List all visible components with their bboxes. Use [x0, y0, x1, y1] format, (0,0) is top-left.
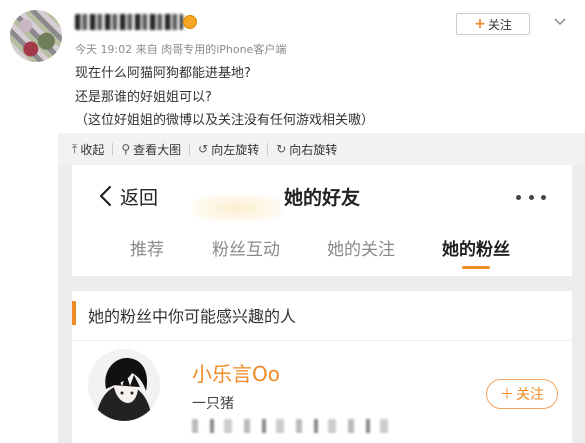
tab-her-following: 她的关注: [327, 240, 395, 260]
suggestion-section: 她的粉丝中你可能感兴趣的人 小乐言Oo 一只猪 ＋ 关注: [72, 291, 572, 443]
plus-icon: +: [474, 16, 486, 32]
post-text-line: （这位好姐姐的微博以及关注没有任何游戏相关嗷）: [75, 113, 375, 128]
section-accent-bar: [72, 301, 76, 325]
rotate-right-icon: ↻: [276, 142, 287, 156]
divider: [72, 340, 572, 341]
fan-info-blurred: [192, 419, 392, 433]
fan-follow-button: ＋ 关注: [486, 379, 558, 409]
fan-avatar: [88, 349, 160, 421]
fan-bio: 一只猪: [192, 396, 234, 412]
collapse-icon: ⤒: [72, 141, 78, 156]
fan-follow-label: 关注: [516, 387, 544, 403]
rotate-right-button[interactable]: ↻ 向右旋转: [276, 141, 337, 158]
toolbar-divider: [112, 143, 114, 155]
rotate-left-button[interactable]: ↺ 向左旋转: [198, 141, 259, 158]
chevron-down-icon[interactable]: [553, 14, 567, 28]
collapse-button[interactable]: ⤒ 收起: [72, 141, 104, 158]
post-text-line: 现在什么阿猫阿狗都能进基地?: [75, 66, 251, 81]
weibo-post: 今天 19:02 来自 肉哥专用的iPhone客户端 + 关注 现在什么阿猫阿狗…: [0, 0, 585, 443]
view-large-label: 查看大图: [133, 142, 182, 157]
rotate-left-icon: ↺: [198, 142, 209, 156]
view-large-button[interactable]: ⚲ 查看大图: [121, 141, 181, 158]
search-icon: ⚲: [121, 142, 131, 156]
tab-her-fans: 她的粉丝: [442, 240, 510, 260]
active-tab-indicator: [462, 266, 490, 269]
toolbar-divider: [189, 143, 191, 155]
more-dots-icon: [516, 195, 546, 201]
toolbar-divider: [267, 143, 269, 155]
image-toolbar: ⤒ 收起 ⚲ 查看大图 ↺ 向左旋转 ↻ 向右旋转: [58, 133, 585, 165]
follow-button[interactable]: + 关注: [456, 13, 530, 35]
plus-icon: ＋: [500, 387, 514, 403]
screenshot-tabs: 推荐 粉丝互动 她的关注 她的粉丝: [72, 235, 572, 265]
section-title: 她的粉丝中你可能感兴趣的人: [88, 307, 297, 326]
tab-fan-interaction: 粉丝互动: [212, 240, 280, 260]
username-blurred[interactable]: [75, 14, 183, 30]
post-meta: 今天 19:02 来自 肉哥专用的iPhone客户端: [75, 43, 287, 56]
user-avatar[interactable]: [10, 10, 62, 62]
rotate-left-label: 向左旋转: [211, 142, 260, 157]
screenshot-title: 她的好友: [283, 187, 360, 209]
embedded-screenshot[interactable]: 返回 她的好友 推荐 粉丝互动 她的关注 她的粉丝 她的粉丝中你可能感兴趣的人: [58, 165, 585, 443]
follow-label: 关注: [487, 17, 512, 32]
fan-name: 小乐言Oo: [192, 362, 280, 386]
vip-badge-icon: [183, 15, 197, 29]
screenshot-header: 返回 她的好友 推荐 粉丝互动 她的关注 她的粉丝: [72, 165, 572, 276]
tab-recommend: 推荐: [130, 240, 164, 260]
post-text-line: 还是那谁的好姐姐可以?: [75, 90, 212, 105]
rotate-right-label: 向右旋转: [289, 142, 338, 157]
collapse-label: 收起: [80, 142, 105, 157]
